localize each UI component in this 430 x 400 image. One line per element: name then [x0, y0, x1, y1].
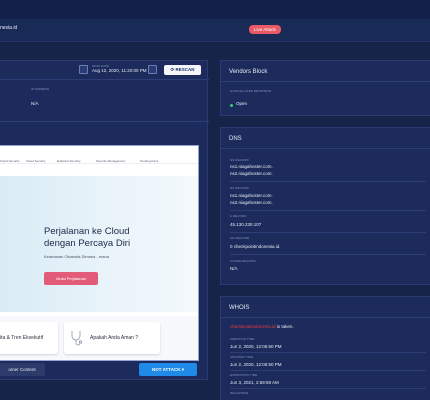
refresh-icon[interactable]: [148, 65, 157, 74]
divider: [0, 121, 209, 122]
card-text: ita & Tren Eksekutif: [0, 335, 44, 341]
ip-address-value: N/A: [31, 101, 39, 106]
preview-nav-item: Cloud Security: [26, 159, 46, 163]
not-attack-label: NOT ATTACK: [152, 367, 181, 372]
scan-panel: SCAN DATE Aug 12, 2020, 11:20:00 PM ⟳ RE…: [0, 60, 209, 380]
divider: [230, 210, 426, 211]
mx-record-value: 0 checkpointindonesia.id.: [230, 244, 281, 249]
preview-card: ita & Tren Eksekutif: [0, 322, 58, 354]
divider: [230, 232, 426, 233]
expiration-time-label: EXPIRATION TIME: [230, 373, 258, 377]
updated-time-label: UPDATED TIME: [230, 355, 254, 359]
ns-record-label: NS RECORD: [230, 158, 249, 162]
ns-record-label: NS RECORD: [230, 186, 249, 190]
ip-address-label: IP ADDRESS: [31, 87, 49, 91]
header-bar: nesia.id Live Attack: [0, 20, 430, 42]
scan-date-value: Aug 12, 2020, 11:20:00 PM: [92, 68, 147, 73]
cname-record-label: CNAME RECORD: [230, 259, 256, 263]
rescan-button[interactable]: ⟳ RESCAN: [164, 65, 201, 75]
live-attack-badge: Live Attack: [249, 25, 281, 34]
a-record-label: A RECORD: [230, 214, 247, 218]
chevron-down-icon: ▾: [180, 367, 184, 372]
whois-title: WHOIS: [229, 305, 250, 311]
creation-time-label: CREATION TIME: [230, 337, 255, 341]
ns-record-value: ns2.niagahoster.com.: [230, 200, 273, 205]
preview-nav-item: Tentang Kami: [140, 159, 159, 163]
whois-panel: WHOIS checkpointindonesia.id is taken. C…: [220, 296, 430, 400]
a-record-value: 45.130.230.107: [230, 222, 262, 227]
whois-taken-text: is taken.: [276, 324, 294, 329]
preview-nav-item: Cloud Security: [0, 159, 20, 163]
ns-record-value: ns1.niagahoster.com.: [230, 164, 273, 169]
expiration-time-value: Jun 3, 2021, 2:59:59 AM: [230, 380, 279, 385]
whois-domain-line: checkpointindonesia.id is taken.: [230, 324, 294, 329]
hero-cta-button: Mulai Perjalanan: [44, 272, 98, 285]
customer-content-button[interactable]: omer Content: [0, 363, 45, 376]
hero-title: Perjalanan ke Cloud dengan Percaya Diri: [44, 226, 194, 250]
stethoscope-icon: [71, 331, 83, 346]
vendors-block-panel: Vendors Block GOOGLE SAFE BROWSING Open: [220, 60, 430, 116]
preview-nav-item: Security Management: [96, 159, 126, 163]
divider: [230, 388, 426, 389]
divider: [221, 81, 430, 82]
preview-nav-item: Endpoint Security: [57, 159, 81, 163]
creation-time-value: Jun 2, 2020, 12:06:50 PM: [230, 344, 282, 349]
status-dot-icon: [230, 104, 233, 107]
calendar-icon[interactable]: [79, 65, 88, 74]
ns-record-value: ns1.niagahoster.com.: [230, 193, 273, 198]
safe-browsing-label: GOOGLE SAFE BROWSING: [230, 89, 272, 93]
site-name: nesia.id: [0, 25, 18, 31]
hero-title-line: Perjalanan ke Cloud: [44, 226, 130, 237]
dns-panel: DNS NS RECORD ns1.niagahoster.com. ns2.n…: [220, 127, 430, 285]
divider: [0, 79, 209, 80]
divider: [230, 370, 426, 371]
safe-browsing-status: Open: [236, 101, 248, 106]
vendors-block-title: Vendors Block: [229, 69, 268, 75]
divider: [230, 181, 426, 182]
preview-nav: Cloud Security Cloud Security Endpoint S…: [0, 146, 198, 164]
top-bar: [0, 0, 430, 20]
divider: [221, 148, 430, 149]
preview-hero: Perjalanan ke Cloud dengan Percaya Diri …: [0, 176, 198, 312]
hero-subtitle: Keamanan Otomatis Dimana - mana: [44, 254, 109, 259]
mx-record-label: MX RECORD: [230, 236, 250, 240]
website-preview: Cloud Security Cloud Security Endpoint S…: [0, 145, 199, 361]
registrar-label: REGISTRAR: [230, 391, 249, 395]
hero-title-line: dengan Percaya Diri: [44, 238, 131, 249]
card-text: Apakah Anda Aman ?: [90, 335, 139, 341]
preview-cards: ita & Tren Eksekutif Apakah Anda Aman ?: [0, 316, 198, 360]
not-attack-button[interactable]: NOT ATTACK ▾: [139, 363, 197, 376]
dns-title: DNS: [229, 136, 242, 142]
divider: [230, 352, 426, 353]
cname-record-value: N/A: [230, 266, 238, 271]
preview-card: Apakah Anda Aman ?: [64, 322, 160, 354]
ns-record-value: ns2.niagahoster.com.: [230, 171, 273, 176]
updated-time-value: Jun 2, 2020, 12:06:50 PM: [230, 362, 282, 367]
divider: [221, 317, 430, 318]
whois-domain: checkpointindonesia.id: [230, 324, 276, 329]
rescan-label: RESCAN: [175, 67, 195, 72]
divider: [230, 254, 426, 255]
